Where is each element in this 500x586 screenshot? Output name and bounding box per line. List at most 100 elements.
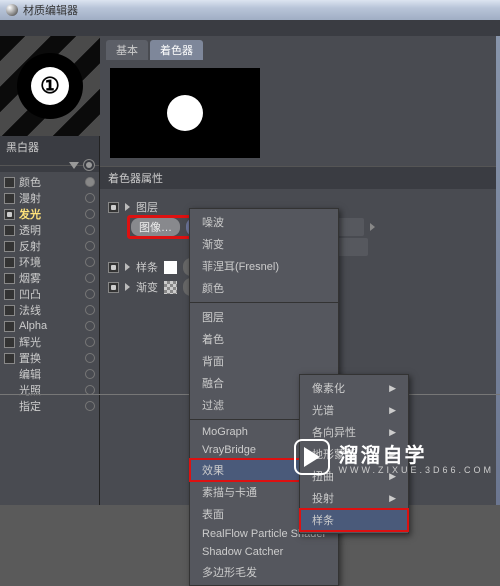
expand-icon[interactable] (125, 283, 130, 291)
channel-label: 置换 (19, 350, 41, 366)
channel-checkbox[interactable] (4, 353, 15, 364)
panel-divider (0, 158, 99, 172)
menu-item[interactable]: 渐变 (190, 233, 338, 255)
app-icon (6, 4, 18, 16)
channel-label: 烟雾 (19, 270, 41, 286)
channel-row[interactable]: 烟雾 (0, 270, 99, 286)
channel-indicator (85, 353, 95, 363)
menu-item[interactable]: 菲涅耳(Fresnel) (190, 255, 338, 277)
channel-label: 反射 (19, 238, 41, 254)
channel-indicator (85, 225, 95, 235)
image-button[interactable]: 图像… (131, 218, 180, 236)
channel-indicator (85, 177, 95, 187)
material-preview[interactable]: ① (0, 36, 100, 136)
channel-checkbox[interactable] (4, 241, 15, 252)
channel-row[interactable]: 凹凸 (0, 286, 99, 302)
channel-row[interactable]: 发光 (0, 206, 99, 222)
preview-number: ① (31, 67, 69, 105)
menu-item[interactable]: 多边形毛发 (190, 561, 338, 583)
channel-indicator (85, 273, 95, 283)
channel-row[interactable]: Alpha (0, 318, 99, 334)
menu-item[interactable]: 光谱▶ (300, 399, 408, 421)
channel-checkbox[interactable] (4, 177, 15, 188)
channel-row[interactable]: 反射 (0, 238, 99, 254)
menu-item[interactable]: 像素化▶ (300, 377, 408, 399)
channel-row[interactable]: 法线 (0, 302, 99, 318)
layer-visible-checkbox[interactable] (108, 262, 119, 273)
channel-indicator (85, 289, 95, 299)
layer-visible-checkbox[interactable] (108, 282, 119, 293)
expand-icon[interactable] (125, 203, 130, 211)
channel-checkbox[interactable] (4, 289, 15, 300)
channel-label: 漫射 (19, 190, 41, 206)
channel-indicator (85, 241, 95, 251)
channel-row[interactable]: 颜色 (0, 174, 99, 190)
layer-visible-checkbox[interactable] (108, 202, 119, 213)
channel-checkbox[interactable] (4, 305, 15, 316)
watermark-url: WWW.ZIXUE.3D66.COM (338, 465, 494, 475)
menu-item[interactable]: 着色 (190, 328, 338, 350)
channel-label: 编辑 (19, 366, 41, 382)
channel-checkbox[interactable] (4, 209, 15, 220)
channel-checkbox[interactable] (4, 337, 15, 348)
preview-mode-icon[interactable] (83, 159, 95, 171)
channel-row[interactable]: 环境 (0, 254, 99, 270)
channel-label: 光照 (19, 382, 41, 398)
color-swatch[interactable] (164, 261, 177, 274)
channel-checkbox[interactable] (4, 225, 15, 236)
channel-label: 环境 (19, 254, 41, 270)
channel-label: 指定 (19, 398, 41, 414)
tab-basic[interactable]: 基本 (106, 40, 148, 60)
channel-row[interactable]: 光照 (0, 382, 99, 398)
spline-label: 样条 (136, 259, 158, 275)
window-title: 材质编辑器 (23, 2, 78, 18)
play-icon (294, 439, 330, 475)
channel-row[interactable]: 编辑 (0, 366, 99, 382)
tab-bar: 基本 着色器 (100, 36, 500, 60)
menu-item[interactable]: 图层 (190, 306, 338, 328)
menu-item[interactable]: 颜色 (190, 277, 338, 299)
channel-row[interactable]: 透明 (0, 222, 99, 238)
channel-row[interactable]: 漫射 (0, 190, 99, 206)
menu-item[interactable]: 样条 (300, 509, 408, 531)
channel-indicator (85, 401, 95, 411)
channel-label: 凹凸 (19, 286, 41, 302)
channel-label: 颜色 (19, 174, 41, 190)
channel-indicator (85, 193, 95, 203)
channel-row[interactable]: 辉光 (0, 334, 99, 350)
watermark-text: 溜溜自学 (338, 439, 494, 468)
tab-shader[interactable]: 着色器 (150, 40, 203, 60)
channel-label: 透明 (19, 222, 41, 238)
channel-indicator (85, 305, 95, 315)
left-panel: ① 黑白器 颜色漫射发光透明反射环境烟雾凹凸法线Alpha辉光置换编辑光照指定 (0, 36, 100, 505)
channel-label: 辉光 (19, 334, 41, 350)
dropdown-icon[interactable] (69, 162, 79, 169)
channel-indicator (85, 337, 95, 347)
watermark: 溜溜自学 WWW.ZIXUE.3D66.COM (294, 439, 494, 475)
gradient-swatch[interactable] (164, 281, 177, 294)
material-name[interactable]: 黑白器 (0, 136, 99, 158)
channel-indicator (85, 369, 95, 379)
channel-checkbox[interactable] (4, 193, 15, 204)
channel-checkbox[interactable] (4, 321, 15, 332)
menu-item[interactable]: Shadow Catcher (190, 543, 338, 561)
channel-list: 颜色漫射发光透明反射环境烟雾凹凸法线Alpha辉光置换编辑光照指定 (0, 172, 99, 505)
channel-label: 法线 (19, 302, 41, 318)
menu-item[interactable]: 噪波 (190, 211, 338, 233)
preset-expand-icon[interactable] (370, 223, 375, 231)
menu-item[interactable]: 背面 (190, 350, 338, 372)
channel-indicator (85, 209, 95, 219)
menu-item[interactable]: 投射▶ (300, 487, 408, 509)
shader-preview[interactable] (110, 68, 260, 158)
window-titlebar: 材质编辑器 (0, 0, 500, 20)
channel-checkbox[interactable] (4, 257, 15, 268)
channel-checkbox[interactable] (4, 273, 15, 284)
channel-row[interactable]: 置换 (0, 350, 99, 366)
right-scrollbar[interactable] (496, 36, 500, 505)
gradient-label: 渐变 (136, 279, 158, 295)
channel-indicator (85, 257, 95, 267)
expand-icon[interactable] (125, 263, 130, 271)
channel-indicator (85, 321, 95, 331)
window-menubar[interactable] (0, 20, 500, 36)
channel-row[interactable]: 指定 (0, 398, 99, 414)
